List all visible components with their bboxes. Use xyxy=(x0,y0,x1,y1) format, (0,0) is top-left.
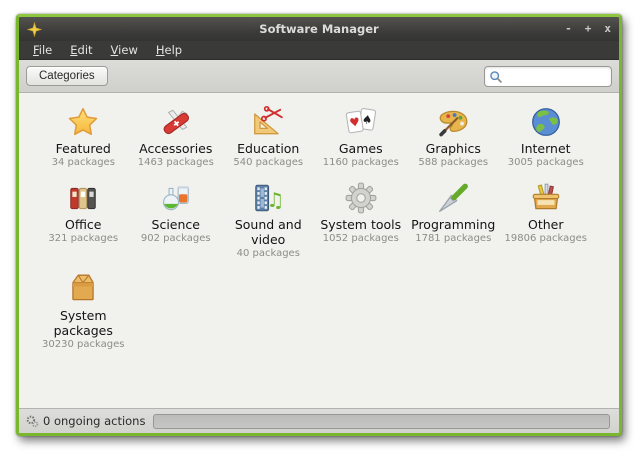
category-item[interactable]: ♫ Sound and video 40 packages xyxy=(222,181,314,260)
menu-help[interactable]: Help xyxy=(148,42,190,58)
toolbar: Categories xyxy=(19,60,619,93)
category-label: Education xyxy=(237,141,299,156)
category-count: 1160 packages xyxy=(323,157,399,169)
search-box xyxy=(484,65,612,88)
category-item[interactable]: Office 321 packages xyxy=(37,181,129,245)
film-music-icon: ♫ xyxy=(251,181,285,215)
category-item[interactable]: ♠♥ Games 1160 packages xyxy=(315,105,407,169)
search-input[interactable] xyxy=(484,66,612,87)
category-item[interactable]: Accessories 1463 packages xyxy=(130,105,222,169)
titlebar: Software Manager - + x xyxy=(19,17,619,41)
svg-text:♫: ♫ xyxy=(267,188,285,212)
category-count: 902 packages xyxy=(141,233,211,245)
sparkle-star-icon xyxy=(27,22,42,37)
category-label: System packages xyxy=(37,308,129,338)
category-label: Sound and video xyxy=(222,217,314,247)
categories-button[interactable]: Categories xyxy=(26,66,108,86)
minimize-button[interactable]: - xyxy=(565,22,572,36)
category-count: 321 packages xyxy=(48,233,118,245)
category-count: 540 packages xyxy=(233,157,303,169)
search-icon xyxy=(489,69,503,88)
menu-view[interactable]: View xyxy=(103,42,146,58)
category-label: Accessories xyxy=(139,141,212,156)
gears-icon xyxy=(26,415,39,428)
playing-cards-icon: ♠♥ xyxy=(344,105,378,139)
category-item[interactable]: Other 19806 packages xyxy=(500,181,592,245)
category-label: Other xyxy=(528,217,564,232)
category-label: System tools xyxy=(320,217,401,232)
category-count: 3005 packages xyxy=(508,157,584,169)
category-label: Games xyxy=(339,141,383,156)
category-label: Graphics xyxy=(426,141,481,156)
category-label: Office xyxy=(65,217,102,232)
category-grid: Featured 34 packages Accessories 1463 pa… xyxy=(19,93,619,351)
category-item[interactable]: Science 902 packages xyxy=(130,181,222,245)
globe-icon xyxy=(529,105,563,139)
category-count: 588 packages xyxy=(418,157,488,169)
flasks-icon xyxy=(159,181,193,215)
statusbar: 0 ongoing actions xyxy=(19,408,619,433)
category-label: Internet xyxy=(521,141,571,156)
content-area: Featured 34 packages Accessories 1463 pa… xyxy=(19,93,619,408)
package-box-icon xyxy=(66,272,100,306)
menu-file[interactable]: File xyxy=(25,42,60,58)
menu-edit[interactable]: Edit xyxy=(62,42,100,58)
category-count: 1052 packages xyxy=(323,233,399,245)
category-item[interactable]: System packages 30230 packages xyxy=(37,272,129,351)
swiss-army-knife-icon xyxy=(159,105,193,139)
binders-icon xyxy=(66,181,100,215)
category-item[interactable]: Programming 1781 packages xyxy=(407,181,499,245)
category-item[interactable]: Internet 3005 packages xyxy=(500,105,592,169)
category-label: Featured xyxy=(56,141,111,156)
star-icon xyxy=(66,105,100,139)
software-manager-window: Software Manager - + x File Edit View He… xyxy=(16,14,622,436)
progress-bar xyxy=(153,414,610,429)
category-count: 1781 packages xyxy=(415,233,491,245)
category-item[interactable]: Graphics 588 packages xyxy=(407,105,499,169)
trowel-icon xyxy=(436,181,470,215)
ongoing-actions-label: 0 ongoing actions xyxy=(43,414,145,428)
category-count: 1463 packages xyxy=(138,157,214,169)
category-count: 40 packages xyxy=(237,248,300,260)
category-item[interactable]: Education 540 packages xyxy=(222,105,314,169)
gear-icon xyxy=(344,181,378,215)
svg-text:♥: ♥ xyxy=(348,114,361,129)
category-item[interactable]: Featured 34 packages xyxy=(37,105,129,169)
category-count: 34 packages xyxy=(52,157,115,169)
category-count: 30230 packages xyxy=(42,339,124,351)
category-label: Science xyxy=(152,217,200,232)
category-item[interactable]: System tools 1052 packages xyxy=(315,181,407,245)
palette-icon xyxy=(436,105,470,139)
set-square-scissors-icon xyxy=(251,105,285,139)
toolbox-icon xyxy=(529,181,563,215)
category-label: Programming xyxy=(411,217,495,232)
window-title: Software Manager xyxy=(19,22,619,36)
category-count: 19806 packages xyxy=(505,233,587,245)
close-button[interactable]: x xyxy=(604,22,611,36)
maximize-button[interactable]: + xyxy=(585,22,592,36)
menubar: File Edit View Help xyxy=(19,41,619,60)
